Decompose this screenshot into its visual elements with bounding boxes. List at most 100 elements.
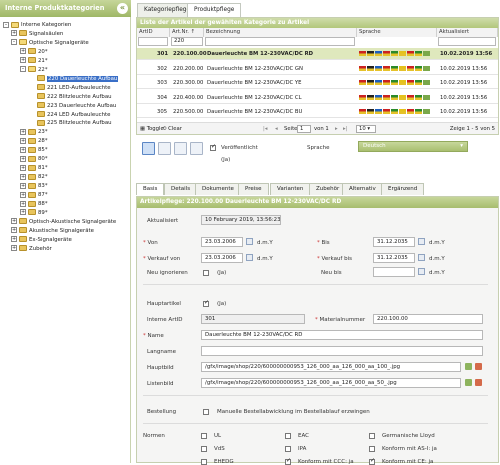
tab-produktpflege[interactable]: Produktpflege — [187, 3, 242, 18]
expand-icon[interactable]: + — [20, 137, 26, 144]
tree-item[interactable]: + Zubehör — [11, 245, 52, 253]
copy-button[interactable] — [174, 142, 187, 155]
upload-icon[interactable] — [465, 379, 472, 386]
tree-item[interactable]: 224 LED Aufbauleuchte — [29, 111, 110, 119]
tree-item[interactable]: +83* — [20, 182, 48, 190]
language-select[interactable]: Deutsch ▾ — [358, 141, 468, 152]
filter-bezeichnung-input[interactable] — [205, 37, 355, 46]
norm-checkbox[interactable] — [285, 446, 291, 452]
tree-item[interactable]: 222 Blitzleuchte Aufbau — [29, 93, 112, 101]
expand-icon[interactable]: + — [11, 218, 17, 225]
hauptbild-input[interactable]: /gfx/image/shop/220/600000000953_126_000… — [201, 362, 461, 372]
prev-page-button[interactable]: ◂ — [275, 123, 278, 135]
verkauf-von-input[interactable]: 23.03.2006 — [201, 253, 243, 263]
materialnummer-input[interactable]: 220.100.00 — [373, 314, 483, 324]
tab-zubehoer[interactable]: Zubehör — [309, 183, 347, 195]
tab-dokumente[interactable]: Dokumente — [195, 183, 241, 195]
norm-checkbox[interactable] — [285, 433, 291, 439]
tree-item[interactable]: +89* — [20, 209, 48, 217]
norm-checkbox[interactable] — [369, 457, 375, 465]
tree-item[interactable]: 225 Blitzleuchte Aufbau — [29, 119, 112, 127]
tree-item[interactable]: +87* — [20, 191, 48, 199]
norm-checkbox[interactable] — [369, 433, 375, 439]
tree-item[interactable]: 221 LED-Aufbauleuchte — [29, 84, 111, 92]
collapse-icon[interactable]: – — [20, 66, 26, 73]
view-detail-button[interactable] — [158, 142, 171, 155]
norm-checkbox[interactable] — [285, 457, 291, 465]
collapse-panel-button[interactable]: « — [117, 3, 128, 14]
norm-checkbox[interactable] — [201, 446, 207, 452]
tree-item[interactable]: + Optisch-Akustische Signalgeräte — [11, 218, 116, 226]
expand-icon[interactable]: + — [20, 155, 26, 162]
edit-icon[interactable] — [423, 80, 430, 85]
expand-icon[interactable]: + — [20, 200, 26, 207]
tree-item[interactable]: – 22* — [20, 66, 48, 74]
col-header-sprache[interactable]: Sprache — [357, 28, 437, 37]
calendar-icon[interactable] — [246, 254, 253, 261]
listenbild-input[interactable]: /gfx/image/shop/220/600000000953_126_000… — [201, 378, 461, 388]
table-row[interactable]: 303 220.300.00 Dauerleuchte BM 12-230VAC/D… — [137, 77, 498, 89]
expand-icon[interactable]: + — [11, 236, 17, 243]
calendar-icon[interactable] — [418, 254, 425, 261]
next-page-button[interactable]: ▸ — [335, 123, 338, 135]
tree-item[interactable]: +81* — [20, 164, 48, 172]
tree-item[interactable]: 223 Dauerleuchte Aufbau — [29, 102, 116, 110]
new-article-button[interactable] — [190, 142, 203, 155]
norm-checkbox[interactable] — [201, 433, 207, 439]
table-row[interactable]: 305 220.500.00 Dauerleuchte BM 12-230VAC/D… — [137, 106, 498, 118]
bis-input[interactable]: 31.12.2035 — [373, 237, 415, 247]
verkauf-bis-input[interactable]: 31.12.2035 — [373, 253, 415, 263]
last-page-button[interactable]: ▸| — [343, 123, 347, 135]
name-input[interactable]: Dauerleuchte BM 12-230VAC/DC RD — [201, 330, 483, 340]
toggle-button[interactable]: ▦ Toggle — [140, 123, 164, 135]
tab-preise[interactable]: Preise — [238, 183, 269, 195]
tab-alternativ[interactable]: Alternativ — [342, 183, 383, 195]
expand-icon[interactable]: + — [20, 128, 26, 135]
tab-ergaenzend[interactable]: Ergänzend — [381, 183, 425, 195]
page-input[interactable]: 1 — [297, 125, 311, 133]
collapse-icon[interactable]: – — [3, 21, 9, 28]
expand-icon[interactable]: + — [11, 30, 17, 37]
view-list-button[interactable] — [142, 142, 155, 155]
expand-icon[interactable]: + — [20, 182, 26, 189]
langname-input[interactable] — [201, 346, 483, 356]
calendar-icon[interactable] — [418, 268, 425, 275]
table-row[interactable]: 301 220.100.00 Dauerleuchte BM 12-230VAC/D… — [137, 48, 498, 60]
upload-icon[interactable] — [465, 363, 472, 370]
tab-varianten[interactable]: Varianten — [270, 183, 311, 195]
tab-basis[interactable]: Basis — [136, 183, 165, 195]
expand-icon[interactable]: + — [20, 164, 26, 171]
hauptartikel-checkbox[interactable] — [203, 299, 209, 307]
calendar-icon[interactable] — [246, 238, 253, 245]
expand-icon[interactable]: + — [20, 48, 26, 55]
tree-item[interactable]: +21* — [20, 57, 48, 65]
neu-bis-input[interactable] — [373, 267, 415, 277]
tree-item[interactable]: +85* — [20, 146, 48, 154]
tree-item[interactable]: – Optische Signalgeräte — [11, 39, 89, 47]
table-row[interactable]: 302 220.200.00 Dauerleuchte BM 12-230VAC/D… — [137, 63, 498, 75]
tree-item[interactable]: + Signalsäulen — [11, 30, 63, 38]
expand-icon[interactable]: + — [20, 173, 26, 180]
col-header-bezeichnung[interactable]: Bezeichnung — [204, 28, 357, 37]
col-header-artid[interactable]: ArtID — [137, 28, 170, 37]
published-checkbox[interactable] — [210, 143, 216, 151]
tree-item[interactable]: + Ex-Signalgeräte — [11, 236, 72, 244]
expand-icon[interactable]: + — [20, 57, 26, 64]
filter-artnr-input[interactable]: 220 — [171, 37, 203, 46]
tree-item[interactable]: +23* — [20, 128, 48, 136]
delete-icon[interactable] — [475, 379, 482, 386]
edit-icon[interactable] — [423, 109, 430, 114]
tree-item[interactable]: +20* — [20, 48, 48, 56]
col-header-artnr[interactable]: Art.Nr. ↑ — [170, 28, 204, 37]
edit-icon[interactable] — [423, 65, 430, 71]
expand-icon[interactable]: + — [11, 227, 17, 234]
collapse-icon[interactable]: – — [11, 39, 17, 46]
per-page-select[interactable]: 10 ▾ — [356, 125, 376, 133]
norm-checkbox[interactable] — [369, 446, 375, 452]
col-header-aktualisiert[interactable]: Aktualisiert — [437, 28, 498, 37]
expand-icon[interactable]: + — [20, 209, 26, 216]
tab-details[interactable]: Details — [164, 183, 198, 195]
tree-item[interactable]: – Interne Kategorien — [3, 21, 71, 29]
bestellung-checkbox[interactable] — [203, 409, 209, 415]
first-page-button[interactable]: |◂ — [263, 123, 267, 135]
